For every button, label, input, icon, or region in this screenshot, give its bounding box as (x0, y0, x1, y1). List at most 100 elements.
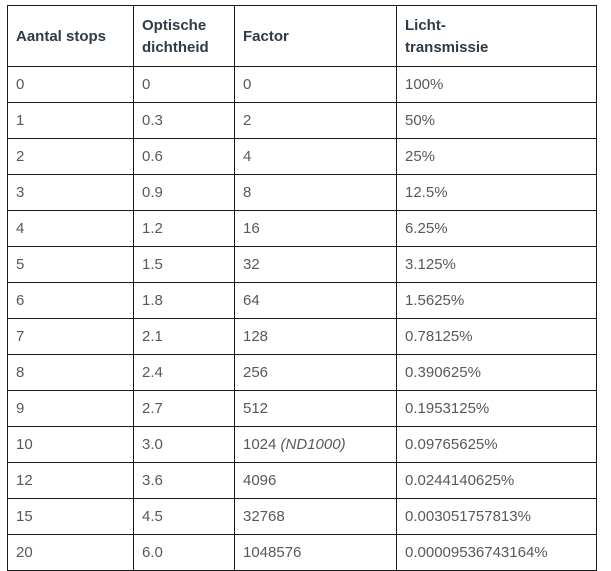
table-header-row: Aantal stops Optische dichtheid Factor L… (7, 5, 597, 67)
column-header-factor-line-1: Factor (243, 28, 289, 45)
column-header-optische-dichtheid-line-1: Optische (142, 17, 207, 34)
cell-factor: 32768 (234, 498, 397, 535)
cell-lichttransmissie: 3.125% (396, 246, 597, 283)
table-row: 20 6.0 1048576 0.00009536743164% (7, 534, 597, 571)
cell-optische-dichtheid: 6.0 (133, 534, 235, 571)
cell-optische-dichtheid: 4.5 (133, 498, 235, 535)
column-header-optische-dichtheid: Optische dichtheid (133, 5, 235, 67)
cell-factor-value: 128 (243, 328, 269, 345)
table-row: 2 0.6 4 25% (7, 138, 597, 175)
cell-lichttransmissie: 50% (396, 102, 597, 139)
column-header-lichttransmissie-line-2: transmissie (405, 39, 489, 56)
column-header-aantal-stops-line-1: Aantal stops (16, 28, 107, 45)
cell-factor: 128 (234, 318, 397, 355)
cell-optische-dichtheid: 0.9 (133, 174, 235, 211)
cell-optische-dichtheid: 0 (133, 66, 235, 103)
cell-factor-value: 1024 (243, 436, 277, 453)
cell-factor-value: 8 (243, 184, 252, 201)
table-row: 1 0.3 2 50% (7, 102, 597, 139)
table-row: 5 1.5 32 3.125% (7, 246, 597, 283)
cell-lichttransmissie: 0.09765625% (396, 426, 597, 463)
table-row: 8 2.4 256 0.390625% (7, 354, 597, 391)
cell-aantal-stops: 8 (7, 354, 134, 391)
cell-factor: 1024 (ND1000) (234, 426, 397, 463)
cell-optische-dichtheid: 3.0 (133, 426, 235, 463)
table-row: 9 2.7 512 0.1953125% (7, 390, 597, 427)
cell-factor: 32 (234, 246, 397, 283)
cell-optische-dichtheid: 1.8 (133, 282, 235, 319)
cell-optische-dichtheid: 2.7 (133, 390, 235, 427)
table-row: 15 4.5 32768 0.003051757813% (7, 498, 597, 535)
nd-filter-table: Aantal stops Optische dichtheid Factor L… (7, 5, 597, 571)
table-row: 0 0 0 100% (7, 66, 597, 103)
cell-factor: 512 (234, 390, 397, 427)
cell-optische-dichtheid: 1.5 (133, 246, 235, 283)
cell-lichttransmissie: 0.390625% (396, 354, 597, 391)
cell-lichttransmissie: 6.25% (396, 210, 597, 247)
cell-optische-dichtheid: 2.4 (133, 354, 235, 391)
cell-factor: 64 (234, 282, 397, 319)
column-header-factor: Factor (234, 5, 397, 67)
cell-factor: 4096 (234, 462, 397, 499)
table-row: 7 2.1 128 0.78125% (7, 318, 597, 355)
cell-aantal-stops: 20 (7, 534, 134, 571)
cell-factor: 8 (234, 174, 397, 211)
cell-aantal-stops: 9 (7, 390, 134, 427)
cell-optische-dichtheid: 3.6 (133, 462, 235, 499)
cell-factor-value: 0 (243, 76, 252, 93)
cell-lichttransmissie: 0.78125% (396, 318, 597, 355)
cell-factor-value: 256 (243, 364, 269, 381)
table-row: 3 0.9 8 12.5% (7, 174, 597, 211)
cell-aantal-stops: 12 (7, 462, 134, 499)
cell-factor-value: 16 (243, 220, 260, 237)
cell-factor: 4 (234, 138, 397, 175)
cell-aantal-stops: 5 (7, 246, 134, 283)
cell-factor-value: 64 (243, 292, 260, 309)
cell-factor: 256 (234, 354, 397, 391)
cell-aantal-stops: 7 (7, 318, 134, 355)
cell-aantal-stops: 2 (7, 138, 134, 175)
cell-aantal-stops: 3 (7, 174, 134, 211)
cell-lichttransmissie: 0.1953125% (396, 390, 597, 427)
cell-factor-value: 2 (243, 112, 252, 129)
cell-lichttransmissie: 100% (396, 66, 597, 103)
cell-lichttransmissie: 12.5% (396, 174, 597, 211)
cell-factor-value: 4096 (243, 472, 277, 489)
cell-optische-dichtheid: 0.3 (133, 102, 235, 139)
cell-factor-value: 1048576 (243, 544, 302, 561)
cell-optische-dichtheid: 0.6 (133, 138, 235, 175)
table-header: Aantal stops Optische dichtheid Factor L… (7, 5, 597, 67)
column-header-aantal-stops: Aantal stops (7, 5, 134, 67)
table-container: Aantal stops Optische dichtheid Factor L… (7, 5, 597, 571)
cell-factor-value: 32 (243, 256, 260, 273)
table-body: 0 0 0 100% 1 0.3 2 50% 2 0.6 4 25% 3 0.9 8 12.5% 4 1.2 16 6… (7, 66, 597, 571)
cell-aantal-stops: 1 (7, 102, 134, 139)
cell-factor-value: 4 (243, 148, 252, 165)
table-row: 12 3.6 4096 0.0244140625% (7, 462, 597, 499)
cell-factor-value: 512 (243, 400, 269, 417)
cell-factor: 0 (234, 66, 397, 103)
table-row: 6 1.8 64 1.5625% (7, 282, 597, 319)
cell-lichttransmissie: 0.00009536743164% (396, 534, 597, 571)
cell-lichttransmissie: 0.0244140625% (396, 462, 597, 499)
cell-factor: 1048576 (234, 534, 397, 571)
cell-factor: 16 (234, 210, 397, 247)
cell-factor: 2 (234, 102, 397, 139)
column-header-optische-dichtheid-line-2: dichtheid (142, 39, 209, 56)
cell-lichttransmissie: 25% (396, 138, 597, 175)
cell-aantal-stops: 0 (7, 66, 134, 103)
cell-optische-dichtheid: 2.1 (133, 318, 235, 355)
cell-factor-value: 32768 (243, 508, 285, 525)
table-row: 4 1.2 16 6.25% (7, 210, 597, 247)
column-header-lichttransmissie-line-1: Licht- (405, 17, 446, 34)
cell-aantal-stops: 15 (7, 498, 134, 535)
cell-factor-note: (ND1000) (280, 436, 346, 453)
page-canvas: Aantal stops Optische dichtheid Factor L… (0, 0, 611, 571)
cell-aantal-stops: 4 (7, 210, 134, 247)
column-header-lichttransmissie: Licht- transmissie (396, 5, 597, 67)
cell-optische-dichtheid: 1.2 (133, 210, 235, 247)
cell-aantal-stops: 10 (7, 426, 134, 463)
cell-lichttransmissie: 1.5625% (396, 282, 597, 319)
table-row: 10 3.0 1024 (ND1000) 0.09765625% (7, 426, 597, 463)
cell-lichttransmissie: 0.003051757813% (396, 498, 597, 535)
